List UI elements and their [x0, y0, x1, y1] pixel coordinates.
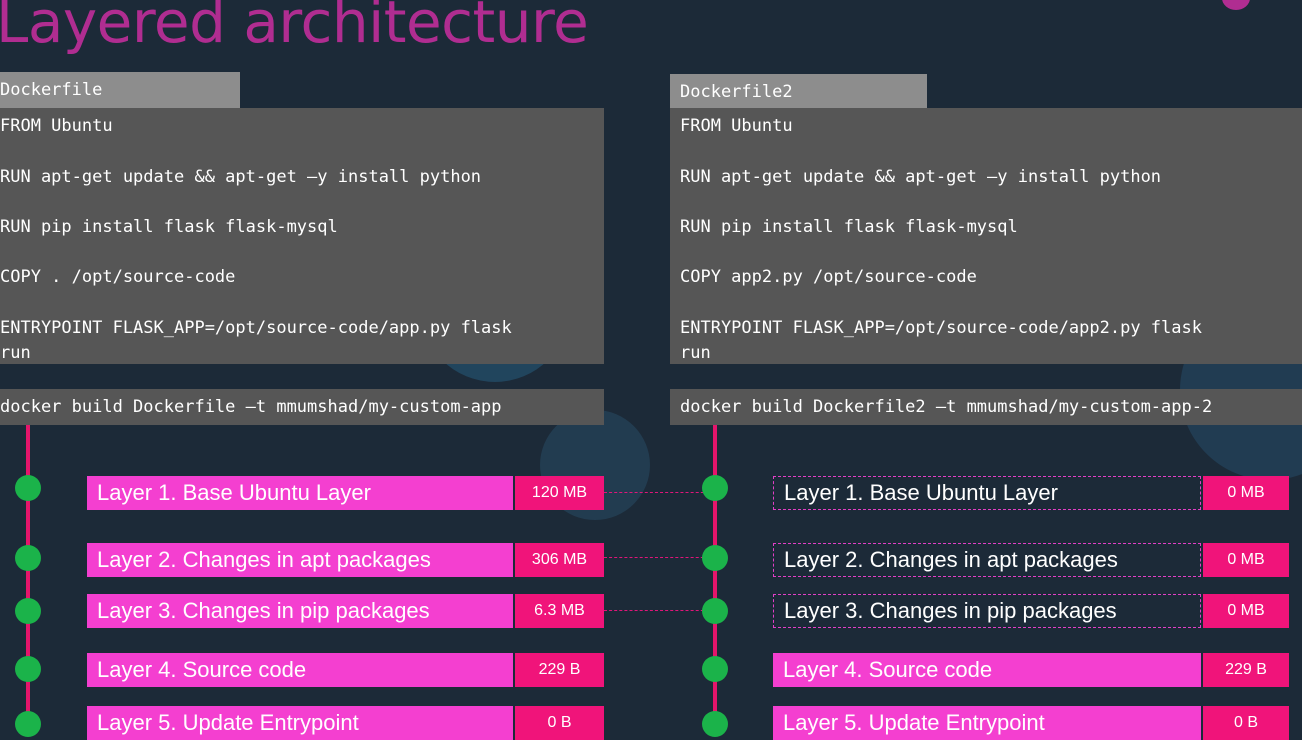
left-file-tab: Dockerfile	[0, 72, 240, 108]
code-line: RUN pip install flask flask-mysql	[680, 217, 1018, 237]
code-line: COPY app2.py /opt/source-code	[680, 267, 977, 287]
right-layer-2: Layer 2. Changes in apt packages	[773, 543, 1201, 577]
left-layer-3: Layer 3. Changes in pip packages	[87, 594, 513, 628]
left-build-command: docker build Dockerfile –t mmumshad/my-c…	[0, 389, 604, 425]
left-layer-2: Layer 2. Changes in apt packages	[87, 543, 513, 577]
right-build-command: docker build Dockerfile2 –t mmumshad/my-…	[670, 389, 1302, 425]
right-layer-3: Layer 3. Changes in pip packages	[773, 594, 1201, 628]
code-line: ENTRYPOINT FLASK_APP=/opt/source-code/ap…	[680, 318, 1202, 338]
layer-node	[15, 545, 41, 571]
right-layer-1-size: 0 MB	[1203, 476, 1289, 510]
layer-link-3	[604, 610, 714, 611]
code-line: RUN apt-get update && apt-get –y install…	[680, 167, 1162, 187]
layer-node	[702, 711, 728, 737]
right-layer-3-size: 0 MB	[1203, 594, 1289, 628]
left-layer-4-size: 229 B	[515, 653, 604, 687]
layer-node	[702, 598, 728, 624]
layer-link-1	[604, 492, 714, 493]
right-file-tab: Dockerfile2	[670, 74, 927, 110]
code-line: ENTRYPOINT FLASK_APP=/opt/source-code/ap…	[0, 318, 512, 338]
right-layer-5-size: 0 B	[1203, 706, 1289, 740]
code-line: RUN pip install flask flask-mysql	[0, 217, 338, 237]
layer-node	[702, 545, 728, 571]
corner-dot	[1222, 0, 1250, 10]
right-dockerfile-code: FROM Ubuntu RUN apt-get update && apt-ge…	[670, 108, 1302, 364]
left-layer-2-size: 306 MB	[515, 543, 604, 577]
slide-title: Layered architecture	[0, 0, 589, 56]
code-line: RUN apt-get update && apt-get –y install…	[0, 167, 482, 187]
right-layer-5: Layer 5. Update Entrypoint	[773, 706, 1201, 740]
layer-link-2	[604, 557, 714, 558]
layer-node	[15, 598, 41, 624]
left-layer-5: Layer 5. Update Entrypoint	[87, 706, 513, 740]
right-layer-1: Layer 1. Base Ubuntu Layer	[773, 476, 1201, 510]
left-dockerfile-code: FROM Ubuntu RUN apt-get update && apt-ge…	[0, 108, 604, 364]
layer-node	[15, 711, 41, 737]
layer-node	[15, 656, 41, 682]
left-layer-1: Layer 1. Base Ubuntu Layer	[87, 476, 513, 510]
right-layer-4-size: 229 B	[1203, 653, 1289, 687]
layer-node	[702, 475, 728, 501]
code-line: COPY . /opt/source-code	[0, 267, 236, 287]
code-line: FROM Ubuntu	[0, 116, 113, 136]
right-layer-2-size: 0 MB	[1203, 543, 1289, 577]
right-layer-4: Layer 4. Source code	[773, 653, 1201, 687]
left-layer-4: Layer 4. Source code	[87, 653, 513, 687]
left-layer-3-size: 6.3 MB	[515, 594, 604, 628]
layer-node	[15, 475, 41, 501]
code-line: run	[0, 343, 31, 363]
left-layer-1-size: 120 MB	[515, 476, 604, 510]
left-layer-5-size: 0 B	[515, 706, 604, 740]
layer-node	[702, 656, 728, 682]
code-line: FROM Ubuntu	[680, 116, 793, 136]
code-line: run	[680, 343, 711, 363]
